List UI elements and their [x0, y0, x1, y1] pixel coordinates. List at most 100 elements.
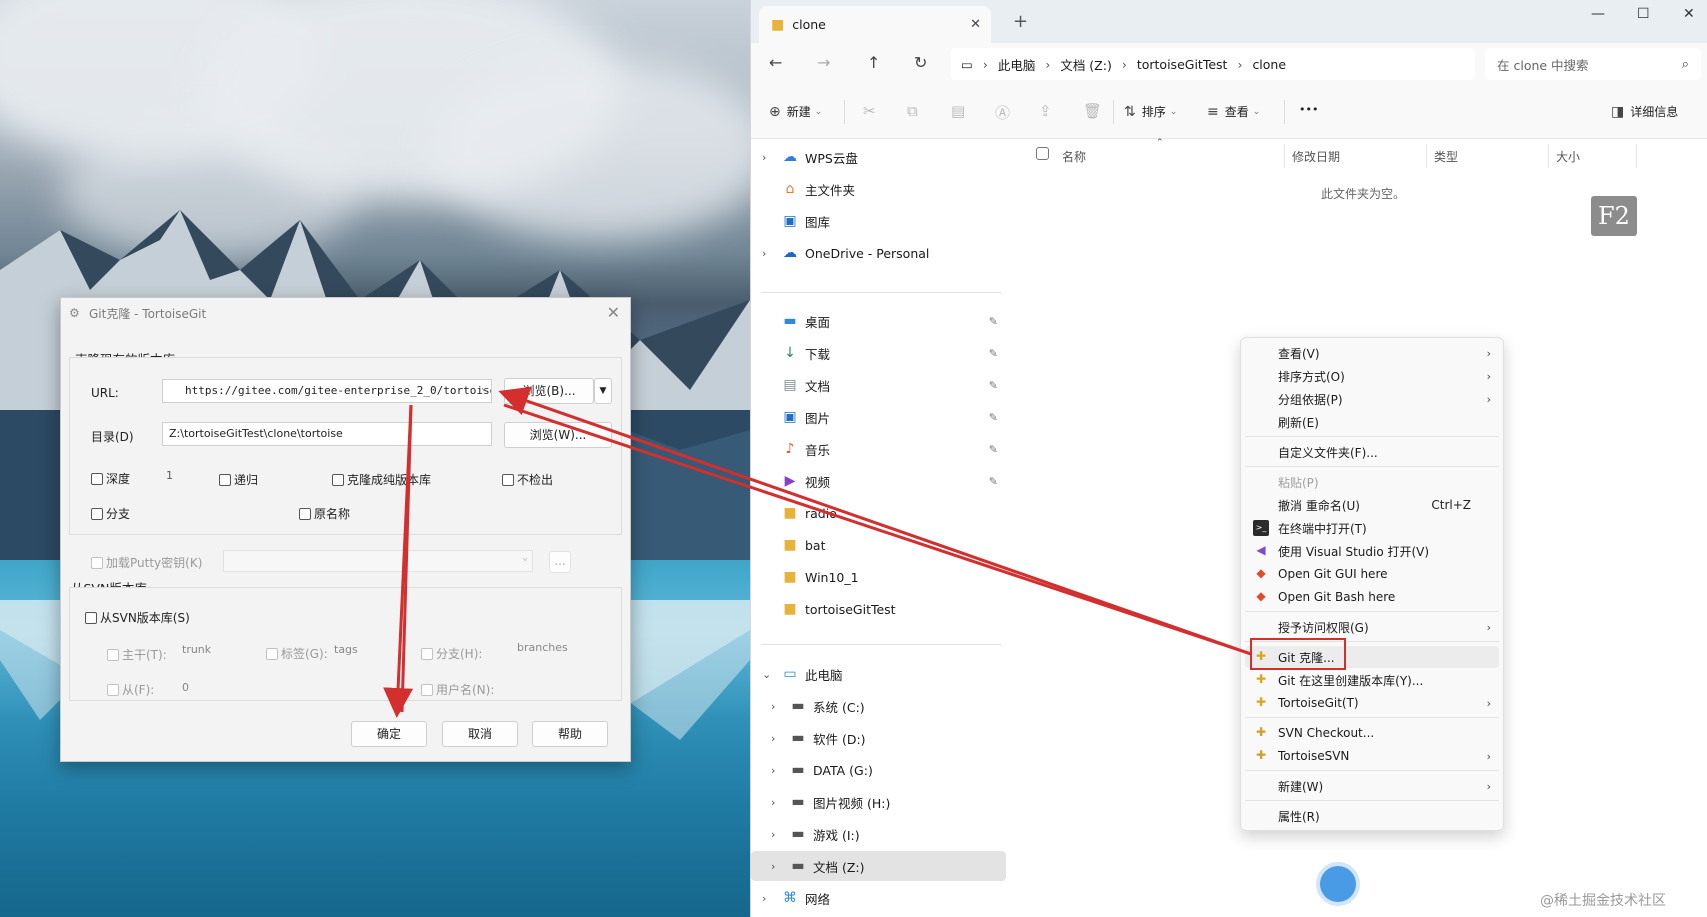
tab-clone[interactable]: ■ clone ✕ — [759, 6, 991, 43]
sidebar-item-win10[interactable]: ■ Win10_1 — [751, 562, 1006, 592]
refresh-icon[interactable]: ↻ — [914, 53, 927, 72]
sidebar-item-downloads[interactable]: ↓ 下载 ✎ — [751, 338, 1006, 368]
menu-item-properties[interactable]: 属性(R) — [1245, 805, 1499, 827]
menu-item-sort[interactable]: 排序方式(O) › — [1245, 365, 1499, 387]
sidebar-item-drive-c[interactable]: › ▬ 系统 (C:) — [751, 691, 1006, 721]
menu-item-paste[interactable]: 粘贴(P) — [1245, 471, 1499, 493]
tags-checkbox[interactable]: 标签(G): — [266, 645, 328, 662]
pin-icon[interactable]: ✎ — [989, 347, 998, 360]
paste-icon[interactable]: ▤ — [951, 102, 965, 120]
cancel-button[interactable]: 取消 — [442, 721, 518, 747]
ok-button[interactable]: 确定 — [351, 721, 427, 747]
cut-icon[interactable]: ✂ — [863, 102, 876, 120]
sidebar-item-bat[interactable]: ■ bat — [751, 530, 1006, 560]
menu-item-view[interactable]: 查看(V) › — [1245, 342, 1499, 364]
browse-dropdown-arrow-icon[interactable]: ▼ — [594, 378, 612, 404]
minimize-icon[interactable]: — — [1591, 6, 1605, 22]
breadcrumb-item[interactable]: tortoiseGitTest — [1137, 57, 1228, 72]
nocheckout-checkbox[interactable]: 不检出 — [502, 471, 553, 488]
breadcrumb-item[interactable]: clone — [1252, 57, 1286, 72]
chevron-down-icon[interactable]: ⌄ — [481, 382, 487, 393]
chevron-down-icon[interactable]: ⌄ — [522, 552, 528, 563]
chevron-right-icon[interactable]: › — [771, 828, 775, 841]
close-icon[interactable]: ✕ — [607, 303, 620, 322]
copy-icon[interactable]: ⧉ — [907, 102, 918, 120]
column-name[interactable]: 名称 — [1062, 148, 1086, 165]
sidebar-item-pictures[interactable]: ▣ 图片 ✎ — [751, 402, 1006, 432]
sidebar-item-onedrive[interactable]: › ☁ OneDrive - Personal — [751, 238, 1006, 268]
sidebar-item-home[interactable]: ⌂ 主文件夹 — [751, 174, 1006, 204]
username-checkbox[interactable]: 用户名(N): — [421, 681, 494, 698]
branch-checkbox[interactable]: 分支 — [91, 505, 130, 522]
sidebar-item-gallery[interactable]: ▣ 图库 — [751, 206, 1006, 236]
menu-item-svn-checkout[interactable]: ✚ SVN Checkout... — [1245, 722, 1499, 744]
breadcrumb[interactable]: ▭ › 此电脑 › 文档 (Z:) › tortoiseGitTest › clone — [951, 48, 1475, 80]
delete-icon[interactable]: 🗑 — [1083, 102, 1102, 120]
sidebar-item-wps[interactable]: › ☁ WPS云盘 — [751, 142, 1006, 172]
sidebar-item-drive-d[interactable]: › ▬ 软件 (D:) — [751, 723, 1006, 753]
bare-checkbox[interactable]: 克隆成纯版本库 — [332, 471, 431, 488]
putty-browse-button[interactable]: ... — [549, 551, 571, 573]
breadcrumb-item[interactable]: 此电脑 — [998, 55, 1036, 74]
sidebar-item-this-pc[interactable]: ⌄ ▭ 此电脑 — [751, 659, 1006, 689]
sidebar-item-drive-g[interactable]: › ▬ DATA (G:) — [751, 755, 1006, 785]
rename-icon[interactable]: Ⓐ — [995, 102, 1010, 123]
menu-item-new[interactable]: 新建(W) › — [1245, 775, 1499, 797]
sidebar-item-radio[interactable]: ■ radio — [751, 498, 1006, 528]
depth-checkbox[interactable]: 深度 — [91, 470, 130, 487]
forward-arrow-icon[interactable]: → — [817, 53, 830, 72]
pin-icon[interactable]: ✎ — [989, 475, 998, 488]
browse-dir-button[interactable]: 浏览(W)... — [504, 422, 612, 448]
details-pane-button[interactable]: ◨ 详细信息 — [1611, 103, 1678, 120]
chevron-right-icon[interactable]: › — [771, 796, 775, 809]
more-options-icon[interactable]: ••• — [1299, 103, 1318, 116]
menu-item-git-bash[interactable]: ◆ Open Git Bash here — [1245, 586, 1499, 608]
putty-key-combobox[interactable]: ⌄ — [223, 550, 533, 572]
menu-item-undo-rename[interactable]: 撤消 重命名(U) Ctrl+Z — [1245, 494, 1499, 516]
maximize-icon[interactable]: ☐ — [1637, 6, 1650, 22]
sidebar-item-drive-i[interactable]: › ▬ 游戏 (I:) — [751, 819, 1006, 849]
column-divider[interactable] — [1548, 144, 1549, 168]
pin-icon[interactable]: ✎ — [989, 443, 998, 456]
window-close-icon[interactable]: ✕ — [1683, 6, 1695, 22]
url-combobox[interactable]: https://gitee.com/gitee-enterprise_2_0/t… — [162, 379, 492, 403]
floating-assistant-bubble[interactable] — [1320, 866, 1356, 902]
chevron-right-icon[interactable]: › — [762, 151, 766, 164]
sidebar-item-music[interactable]: ♪ 音乐 ✎ — [751, 434, 1006, 464]
menu-item-open-visual-studio[interactable]: ◀ 使用 Visual Studio 打开(V) — [1245, 540, 1499, 562]
from-svn-checkbox[interactable]: 从SVN版本库(S) — [85, 609, 190, 626]
chevron-right-icon[interactable]: › — [771, 764, 775, 777]
menu-item-open-terminal[interactable]: >_ 在终端中打开(T) — [1245, 517, 1499, 539]
chevron-right-icon[interactable]: › — [762, 892, 766, 905]
putty-key-checkbox[interactable]: 加载Putty密钥(K) — [91, 554, 202, 571]
pin-icon[interactable]: ✎ — [989, 379, 998, 392]
menu-item-grant-access[interactable]: 授予访问权限(G) › — [1245, 616, 1499, 638]
new-tab-icon[interactable]: + — [1013, 11, 1028, 32]
sidebar-item-desktop[interactable]: ▬ 桌面 ✎ — [751, 306, 1006, 336]
sidebar-item-videos[interactable]: ▶ 视频 ✎ — [751, 466, 1006, 496]
column-divider[interactable] — [1636, 144, 1637, 168]
chevron-down-icon[interactable]: ⌄ — [762, 668, 771, 681]
menu-item-tortoisegit[interactable]: ✚ TortoiseGit(T) › — [1245, 692, 1499, 714]
sidebar-item-tortoisegittest[interactable]: ■ tortoiseGitTest — [751, 594, 1006, 624]
origin-checkbox[interactable]: 原名称 — [299, 505, 350, 522]
recursive-checkbox[interactable]: 递归 — [219, 471, 258, 488]
directory-input[interactable]: Z:\tortoiseGitTest\clone\tortoise — [162, 422, 492, 446]
column-type[interactable]: 类型 — [1434, 148, 1458, 165]
column-modified[interactable]: 修改日期 — [1292, 148, 1340, 165]
view-button[interactable]: ≡ 查看 ⌄ — [1207, 103, 1260, 120]
new-button[interactable]: ⊕ 新建 ⌄ — [769, 103, 822, 120]
branches-checkbox[interactable]: 分支(H): — [421, 645, 482, 662]
sidebar-item-drive-h[interactable]: › ▬ 图片视频 (H:) — [751, 787, 1006, 817]
sidebar-item-network[interactable]: › ⌘ 网络 — [751, 883, 1006, 913]
column-size[interactable]: 大小 — [1556, 148, 1580, 165]
browse-url-button[interactable]: 浏览(B)... — [504, 378, 594, 404]
breadcrumb-item[interactable]: 文档 (Z:) — [1060, 55, 1112, 74]
pin-icon[interactable]: ✎ — [989, 315, 998, 328]
column-divider[interactable] — [1426, 144, 1427, 168]
menu-item-git-create-repo[interactable]: ✚ Git 在这里创建版本库(Y)... — [1245, 669, 1499, 691]
sidebar-item-drive-z[interactable]: › ▬ 文档 (Z:) — [751, 851, 1006, 881]
menu-item-customize-folder[interactable]: 自定义文件夹(F)... — [1245, 441, 1499, 463]
from-rev-checkbox[interactable]: 从(F): — [107, 681, 154, 698]
chevron-right-icon[interactable]: › — [762, 247, 766, 260]
